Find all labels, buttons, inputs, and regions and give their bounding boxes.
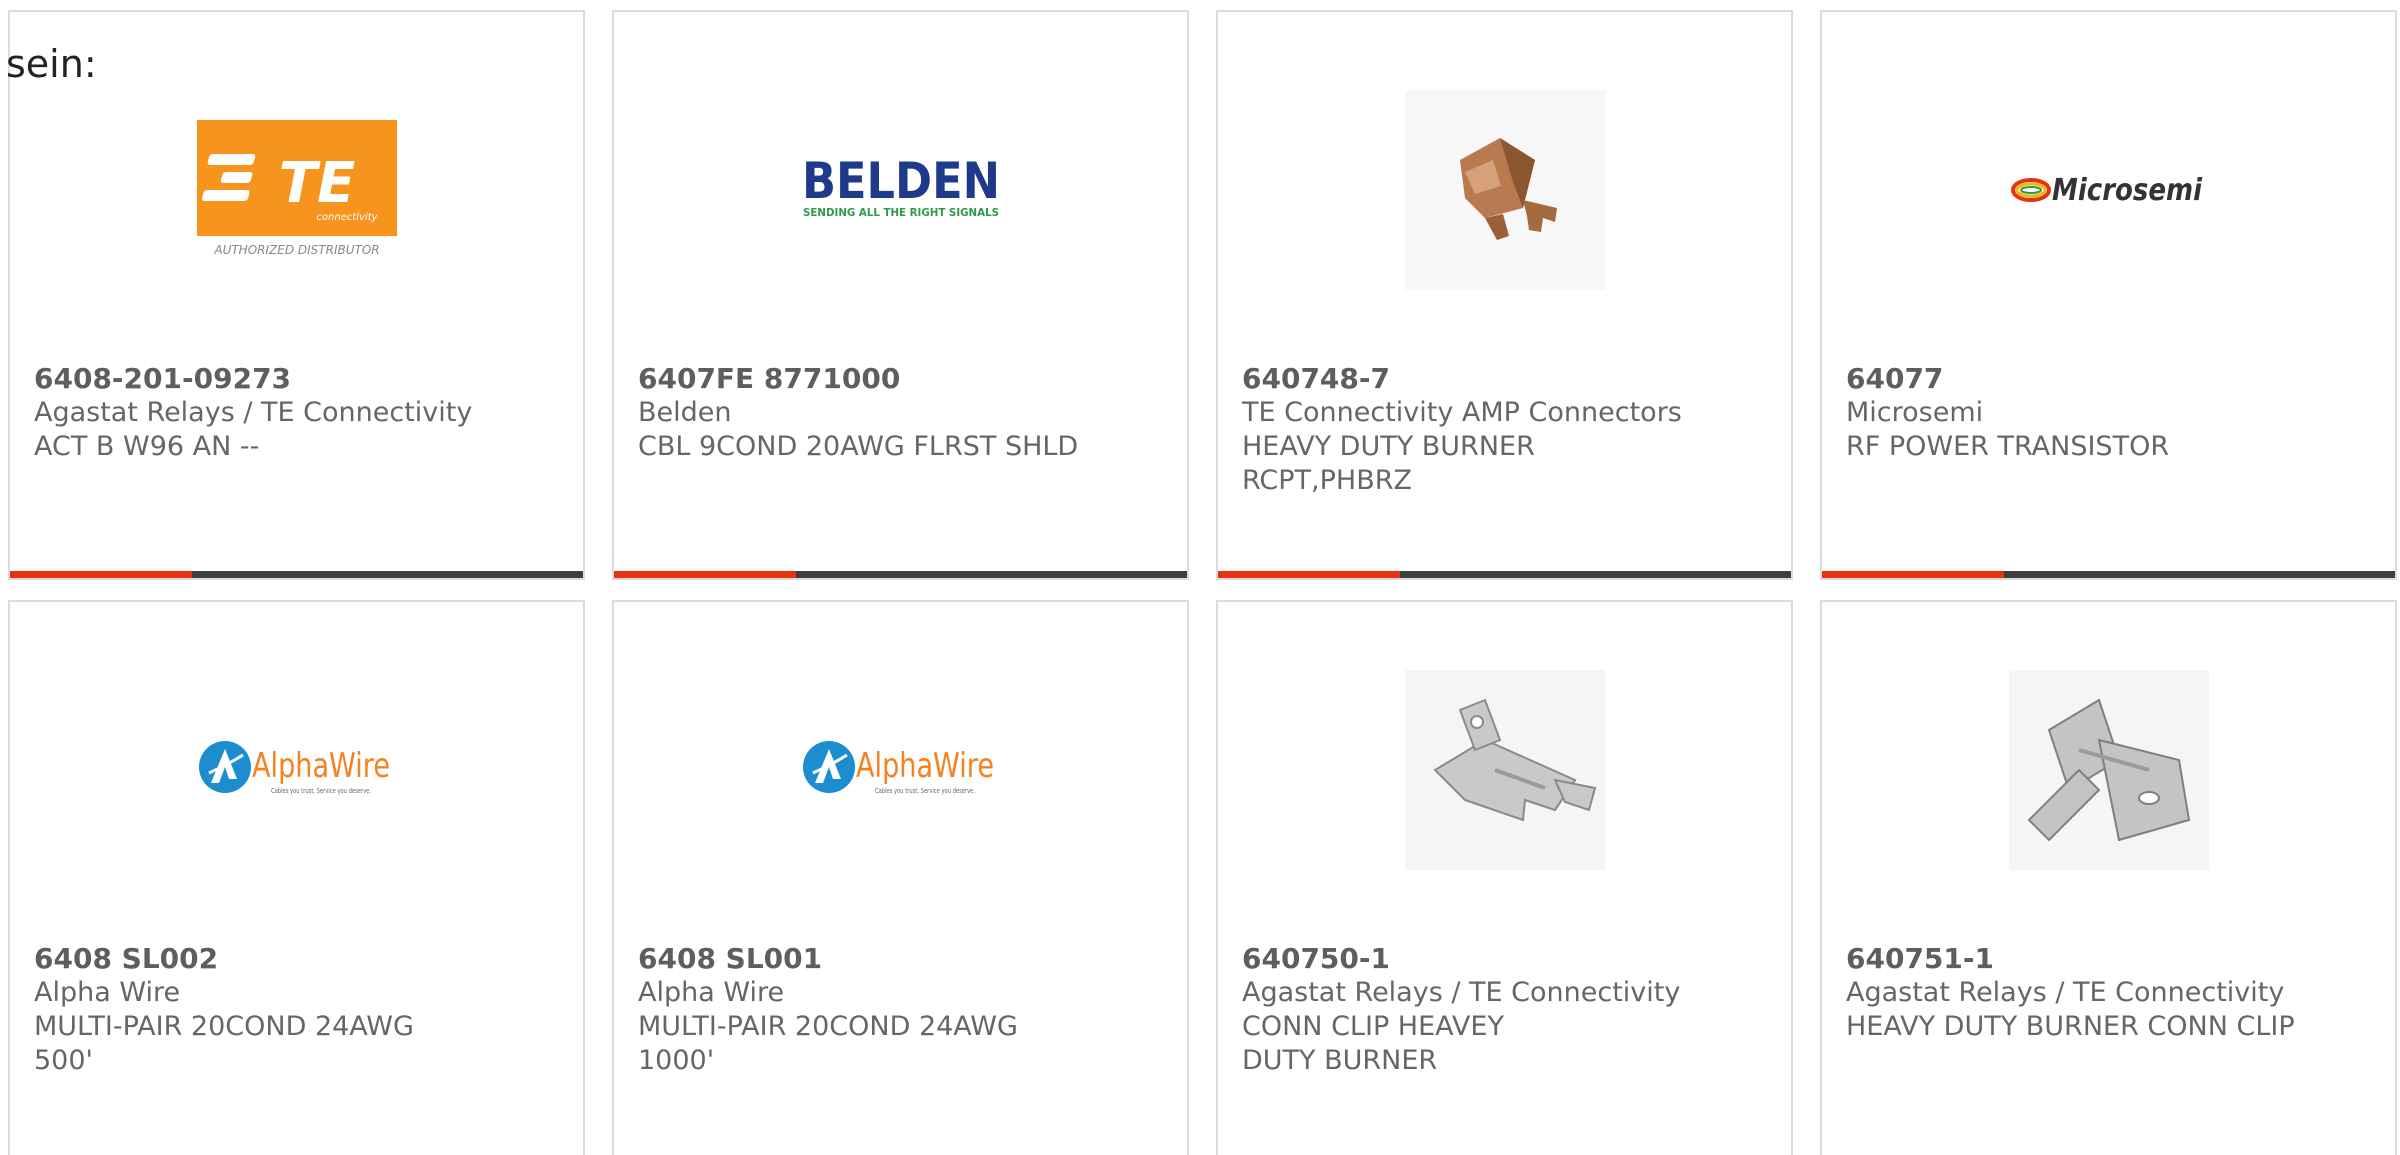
description: HEAVY DUTY BURNER CONN CLIP [1846,1011,2295,1042]
manufacturer: TE Connectivity AMP Connectors [1242,397,1682,428]
product-info: 6407FE 8771000 Belden CBL 9COND 20AWG FL… [638,362,1167,464]
te-connectivity-logo[interactable]: TE connectivity AUTHORIZED DISTRIBUTOR [196,90,397,290]
svg-text:AlphaWire: AlphaWire [252,746,390,786]
description: ACT B W96 AN -- [34,431,260,462]
svg-text:Cables you trust. Service you: Cables you trust. Service you deserve. [875,787,975,795]
part-number-link[interactable]: 6408 SL001 [638,942,1167,976]
svg-text:connectivity: connectivity [316,212,378,223]
part-number-link[interactable]: 64077 [1846,362,2375,396]
product-card[interactable]: 640748-7 TE Connectivity AMP Connectors … [1216,10,1793,580]
svg-text:SENDING ALL THE RIGHT SIGNALS: SENDING ALL THE RIGHT SIGNALS [803,206,999,219]
part-number-link[interactable]: 6407FE 8771000 [638,362,1167,396]
microsemi-logo[interactable]: Microsemi [2009,90,2209,290]
alphawire-logo[interactable]: AlphaWire Cables you trust. Service you … [801,670,1001,870]
card-footer-bar [614,571,1187,578]
belden-logo[interactable]: BELDEN SENDING ALL THE RIGHT SIGNALS [801,90,1001,290]
svg-text:TE: TE [278,151,354,216]
product-card[interactable]: Microsemi 64077 Microsemi RF POWER TRANS… [1820,10,2397,580]
manufacturer: Alpha Wire [638,977,785,1008]
product-card[interactable]: 640751-1 Agastat Relays / TE Connectivit… [1820,600,2397,1155]
manufacturer: Agastat Relays / TE Connectivity [1242,977,1681,1008]
description: CBL 9COND 20AWG FLRST SHLD [638,431,1079,462]
product-info: 6408 SL002 Alpha Wire MULTI-PAIR 20COND … [34,942,563,1078]
product-info: 64077 Microsemi RF POWER TRANSISTOR [1846,362,2375,464]
clip-photo[interactable] [1404,670,1605,870]
part-number-link[interactable]: 6408-201-09273 [34,362,563,396]
description: HEAVY DUTY BURNER RCPT,PHBRZ [1242,431,1535,496]
card-footer-accent [1218,571,1400,578]
svg-text:AlphaWire: AlphaWire [856,746,994,786]
product-grid-page: sein: TE connectivity AUTHORIZED DISTRIB… [0,0,2400,1155]
card-footer-bar [10,571,583,578]
part-number-link[interactable]: 640748-7 [1242,362,1771,396]
card-footer-accent [614,571,796,578]
description: MULTI-PAIR 20COND 24AWG 1000' [638,1011,1018,1076]
product-info: 6408-201-09273 Agastat Relays / TE Conne… [34,362,563,464]
manufacturer: Agastat Relays / TE Connectivity [1846,977,2285,1008]
product-card[interactable]: AlphaWire Cables you trust. Service you … [612,600,1189,1155]
product-card[interactable]: TE connectivity AUTHORIZED DISTRIBUTOR 6… [8,10,585,580]
card-footer-bar [1218,571,1791,578]
description: CONN CLIP HEAVEY DUTY BURNER [1242,1011,1504,1076]
card-footer-bar [1822,571,2395,578]
product-info: 640750-1 Agastat Relays / TE Connectivit… [1242,942,1771,1078]
manufacturer: Microsemi [1846,397,1984,428]
svg-text:Microsemi: Microsemi [2052,173,2203,208]
product-card[interactable]: 640750-1 Agastat Relays / TE Connectivit… [1216,600,1793,1155]
product-info: 640748-7 TE Connectivity AMP Connectors … [1242,362,1771,498]
svg-text:Cables you trust. Service you: Cables you trust. Service you deserve. [271,787,371,795]
clip-photo[interactable] [2008,670,2209,870]
intro-text: sein: [6,42,97,86]
description: MULTI-PAIR 20COND 24AWG 500' [34,1011,414,1076]
alphawire-logo[interactable]: AlphaWire Cables you trust. Service you … [197,670,397,870]
manufacturer: Agastat Relays / TE Connectivity [34,397,473,428]
product-info: 6408 SL001 Alpha Wire MULTI-PAIR 20COND … [638,942,1167,1078]
manufacturer: Belden [638,397,732,428]
card-footer-accent [1822,571,2004,578]
svg-text:AUTHORIZED DISTRIBUTOR: AUTHORIZED DISTRIBUTOR [213,243,379,257]
card-footer-accent [10,571,192,578]
part-number-link[interactable]: 6408 SL002 [34,942,563,976]
part-number-link[interactable]: 640751-1 [1846,942,2375,976]
product-card[interactable]: BELDEN SENDING ALL THE RIGHT SIGNALS 640… [612,10,1189,580]
description: RF POWER TRANSISTOR [1846,431,2170,462]
connector-photo[interactable] [1404,90,1605,290]
product-card[interactable]: AlphaWire Cables you trust. Service you … [8,600,585,1155]
manufacturer: Alpha Wire [34,977,181,1008]
part-number-link[interactable]: 640750-1 [1242,942,1771,976]
product-info: 640751-1 Agastat Relays / TE Connectivit… [1846,942,2375,1044]
svg-text:BELDEN: BELDEN [802,152,1000,210]
